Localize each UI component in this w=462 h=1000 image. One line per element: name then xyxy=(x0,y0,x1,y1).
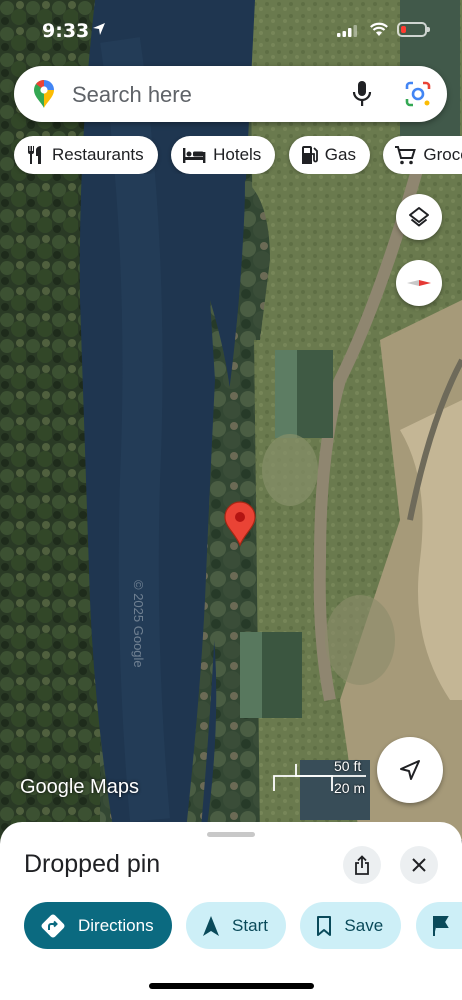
scale-meters-label: 20 m xyxy=(334,780,366,796)
layers-button[interactable] xyxy=(396,194,442,240)
cellular-signal-icon xyxy=(337,25,357,37)
status-bar: 9:33 xyxy=(0,0,462,60)
chip-restaurants[interactable]: Restaurants xyxy=(14,136,158,174)
bed-icon xyxy=(183,148,206,163)
scale-feet-label: 50 ft xyxy=(334,758,362,774)
satellite-map[interactable]: © 2025 Google xyxy=(0,0,462,840)
wifi-icon xyxy=(370,22,388,36)
battery-icon xyxy=(397,22,430,37)
compass-button[interactable] xyxy=(396,260,442,306)
sheet-drag-handle[interactable] xyxy=(207,832,255,837)
directions-icon xyxy=(41,914,65,937)
place-title: Dropped pin xyxy=(24,850,161,878)
google-maps-watermark: Google Maps xyxy=(20,776,139,798)
gas-pump-icon xyxy=(301,146,318,164)
chip-hotels[interactable]: Hotels xyxy=(171,136,276,174)
close-icon xyxy=(412,858,426,872)
directions-label: Directions xyxy=(78,915,154,935)
search-input[interactable] xyxy=(70,76,344,114)
close-button[interactable] xyxy=(400,846,438,884)
save-button[interactable]: Save xyxy=(300,902,402,949)
layers-icon xyxy=(409,207,429,227)
start-label: Start xyxy=(232,915,268,935)
navigation-arrow-icon xyxy=(400,760,420,780)
bookmark-icon xyxy=(317,915,332,936)
share-icon xyxy=(355,855,369,875)
navigation-arrow-icon xyxy=(203,915,220,936)
chip-gas[interactable]: Gas xyxy=(288,136,370,174)
chip-label: Gas xyxy=(324,145,356,164)
my-location-button[interactable] xyxy=(377,737,443,803)
map-scale: 50 ft 20 m xyxy=(272,756,372,798)
fork-knife-icon xyxy=(28,146,41,164)
map-copyright: © 2025 Google xyxy=(131,580,146,668)
label-button[interactable] xyxy=(415,902,462,949)
google-lens-icon[interactable] xyxy=(404,80,432,108)
location-arrow-icon xyxy=(93,23,105,35)
microphone-icon[interactable] xyxy=(351,80,373,108)
start-button[interactable]: Start xyxy=(186,902,286,949)
home-indicator xyxy=(149,983,314,989)
share-button[interactable] xyxy=(343,846,381,884)
status-time: 9:33 xyxy=(42,20,90,42)
category-chips: Restaurants Hotels Gas Groceries xyxy=(14,136,462,174)
place-bottom-sheet[interactable]: Dropped pin Directions Start Save xyxy=(0,822,462,1000)
satellite-imagery xyxy=(0,0,462,840)
save-label: Save xyxy=(344,915,384,935)
search-bar[interactable] xyxy=(14,66,447,122)
flag-icon xyxy=(432,915,449,936)
google-maps-logo-icon xyxy=(34,80,54,108)
chip-label: Restaurants xyxy=(52,145,144,164)
directions-button[interactable]: Directions xyxy=(24,902,172,949)
compass-icon xyxy=(407,280,431,286)
chip-label: Hotels xyxy=(213,145,262,164)
action-buttons: Directions Start Save xyxy=(24,902,462,950)
chip-label: Groceries xyxy=(423,145,462,164)
chip-groceries[interactable]: Groceries xyxy=(383,136,462,174)
cart-icon xyxy=(395,146,417,165)
